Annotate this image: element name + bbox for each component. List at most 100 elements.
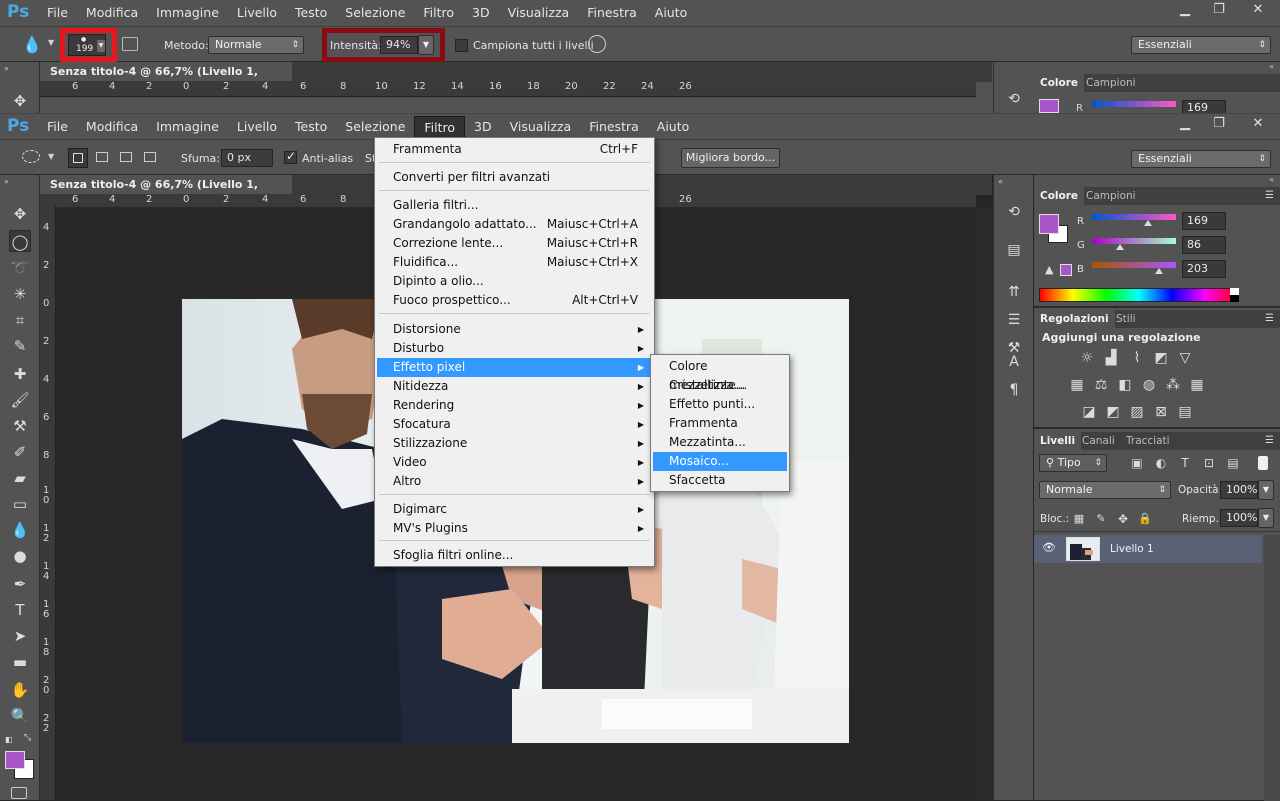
brush-panel-toggle-icon[interactable]: [122, 37, 138, 51]
exposure-icon[interactable]: ◩: [1152, 349, 1170, 367]
posterize-icon[interactable]: ◩: [1104, 403, 1122, 421]
r-slider[interactable]: [1092, 214, 1176, 220]
brush-tool-icon[interactable]: 🖌: [9, 389, 31, 411]
r-slider[interactable]: [1092, 101, 1176, 107]
move-tool-icon[interactable]: ✥: [9, 90, 31, 112]
character-icon[interactable]: A: [1003, 351, 1025, 373]
menu-item-sfoglia-online[interactable]: Sfoglia filtri online...: [377, 546, 652, 565]
b-slider-thumb[interactable]: [1155, 268, 1163, 274]
menu-item-fuoco-prospettico[interactable]: Fuoco prospettico... Alt+Ctrl+V: [377, 291, 652, 310]
menu-item-sfocatura[interactable]: Sfocatura ▶: [377, 415, 652, 434]
tool-preset-arrow[interactable]: ▼: [48, 38, 54, 47]
panel-collapse-icon[interactable]: «: [1269, 175, 1274, 184]
menu-item-dipinto-olio[interactable]: Dipinto a olio...: [377, 272, 652, 291]
invert-icon[interactable]: ◪: [1080, 403, 1098, 421]
menu-item-mv-plugins[interactable]: MV's Plugins ▶: [377, 519, 652, 538]
g-input[interactable]: 86: [1182, 236, 1226, 254]
submenu-item-cristallizza[interactable]: Cristallizza...: [653, 376, 787, 395]
tab-canali[interactable]: Canali: [1076, 432, 1121, 450]
fill-input[interactable]: 100%: [1220, 509, 1258, 527]
hue-saturation-icon[interactable]: ▦: [1068, 376, 1086, 394]
dodge-tool-icon[interactable]: ●: [9, 545, 31, 567]
menu-item-distorsione[interactable]: Distorsione ▶: [377, 320, 652, 339]
intensita-field[interactable]: 94%: [380, 36, 418, 54]
b-input[interactable]: 203: [1182, 260, 1226, 278]
path-selection-tool-icon[interactable]: ➤: [9, 625, 31, 647]
ellipse-marquee-icon[interactable]: [22, 150, 40, 163]
submenu-item-frammenta[interactable]: Frammenta: [653, 414, 787, 433]
minimize-button[interactable]: ▁: [1168, 0, 1202, 20]
menu-filtro[interactable]: Filtro: [414, 116, 466, 139]
menu-modifica[interactable]: Modifica: [77, 0, 147, 26]
actions-icon[interactable]: ▤: [1003, 239, 1025, 261]
pressure-icon[interactable]: [588, 35, 606, 53]
layer-row[interactable]: 👁 Livello 1: [1034, 535, 1262, 563]
menu-livello[interactable]: Livello: [228, 0, 286, 26]
restore-button[interactable]: ❐: [1202, 114, 1236, 134]
workspace-dropdown-back[interactable]: Essenziali ⇕: [1131, 36, 1271, 54]
menu-item-effetto-pixel[interactable]: Effetto pixel ▶: [377, 358, 652, 377]
layer-name[interactable]: Livello 1: [1110, 543, 1154, 555]
collapse-arrows-icon[interactable]: «: [998, 177, 1003, 186]
intensita-dropdown-button[interactable]: ▼: [418, 35, 434, 55]
menu-aiuto[interactable]: Aiuto: [646, 0, 697, 26]
menu-selezione[interactable]: Selezione: [336, 0, 414, 26]
filter-type-icon[interactable]: T: [1176, 454, 1194, 472]
submenu-item-colore-mezzetinte[interactable]: Colore mezzetinte...: [653, 357, 787, 392]
r-input[interactable]: 169: [1182, 212, 1226, 230]
menu-item-nitidezza[interactable]: Nitidezza ▶: [377, 377, 652, 396]
tab-colore[interactable]: Colore: [1034, 74, 1085, 92]
submenu-item-sfaccetta[interactable]: Sfaccetta: [653, 471, 787, 490]
minimize-button[interactable]: ▁: [1168, 114, 1202, 134]
curves-icon[interactable]: ⌇: [1128, 349, 1146, 367]
foreground-color-swatch[interactable]: [5, 751, 25, 769]
collapse-arrows-icon[interactable]: »: [4, 64, 9, 73]
layers-scrollbar[interactable]: [1264, 535, 1280, 801]
layer-thumbnail[interactable]: [1066, 537, 1100, 561]
swap-colors-icon[interactable]: ⤡: [24, 733, 31, 743]
visibility-eye-icon[interactable]: 👁: [1042, 541, 1056, 554]
levels-icon[interactable]: ▟: [1102, 349, 1120, 367]
menu-immagine[interactable]: Immagine: [147, 0, 228, 26]
fill-dropdown-button[interactable]: ▼: [1258, 508, 1274, 528]
menu-item-video[interactable]: Video ▶: [377, 453, 652, 472]
add-selection-icon[interactable]: [96, 152, 108, 162]
drop-tool-icon[interactable]: 💧: [22, 35, 42, 54]
lock-all-icon[interactable]: 🔒: [1136, 510, 1154, 528]
restore-button[interactable]: ❐: [1202, 0, 1236, 20]
brush-presets-icon[interactable]: ⇈: [1003, 281, 1025, 303]
eyedropper-tool-icon[interactable]: ✎: [9, 335, 31, 357]
subtract-selection-icon[interactable]: [120, 152, 132, 162]
tab-campioni[interactable]: Campioni: [1080, 74, 1142, 92]
menu-item-digimarc[interactable]: Digimarc ▶: [377, 500, 652, 519]
web-color-swatch[interactable]: [1060, 264, 1072, 276]
g-slider-thumb[interactable]: [1116, 244, 1124, 250]
filter-smart-icon[interactable]: ▤: [1224, 454, 1242, 472]
menu-3d[interactable]: 3D: [463, 0, 499, 26]
intersect-selection-icon[interactable]: [144, 152, 156, 162]
panel-menu-icon[interactable]: ☰: [1265, 190, 1274, 201]
metodo-dropdown[interactable]: Normale ⇕: [208, 36, 304, 54]
r-value-box[interactable]: 169: [1182, 100, 1226, 113]
tab-stili[interactable]: Stili: [1110, 310, 1142, 328]
filter-shape-icon[interactable]: ⊡: [1200, 454, 1218, 472]
menu-modifica[interactable]: Modifica: [77, 114, 147, 140]
photo-filter-icon[interactable]: ◍: [1140, 376, 1158, 394]
clone-stamp-tool-icon[interactable]: ⚒: [9, 415, 31, 437]
crop-tool-icon[interactable]: ⌗: [9, 309, 31, 331]
menu-item-converti[interactable]: Converti per filtri avanzati: [377, 168, 652, 187]
menu-item-grandangolo[interactable]: Grandangolo adattato... Maiusc+Ctrl+A: [377, 215, 652, 234]
magic-wand-tool-icon[interactable]: ✳: [9, 283, 31, 305]
quick-mask-icon[interactable]: [11, 787, 27, 799]
menu-item-stilizzazione[interactable]: Stilizzazione ▶: [377, 434, 652, 453]
collapse-arrows-icon[interactable]: »: [4, 177, 9, 186]
pen-tool-icon[interactable]: ✒: [9, 573, 31, 595]
black-white-icon[interactable]: ◧: [1116, 376, 1134, 394]
antialias-checkbox[interactable]: [284, 149, 297, 164]
gradient-tool-icon[interactable]: ▭: [9, 493, 31, 515]
menu-item-rendering[interactable]: Rendering ▶: [377, 396, 652, 415]
tab-tracciati[interactable]: Tracciati: [1120, 432, 1176, 450]
menu-item-galleria[interactable]: Galleria filtri...: [377, 196, 652, 215]
healing-brush-tool-icon[interactable]: ✚: [9, 363, 31, 385]
history-icon[interactable]: ⟲: [1003, 201, 1025, 223]
